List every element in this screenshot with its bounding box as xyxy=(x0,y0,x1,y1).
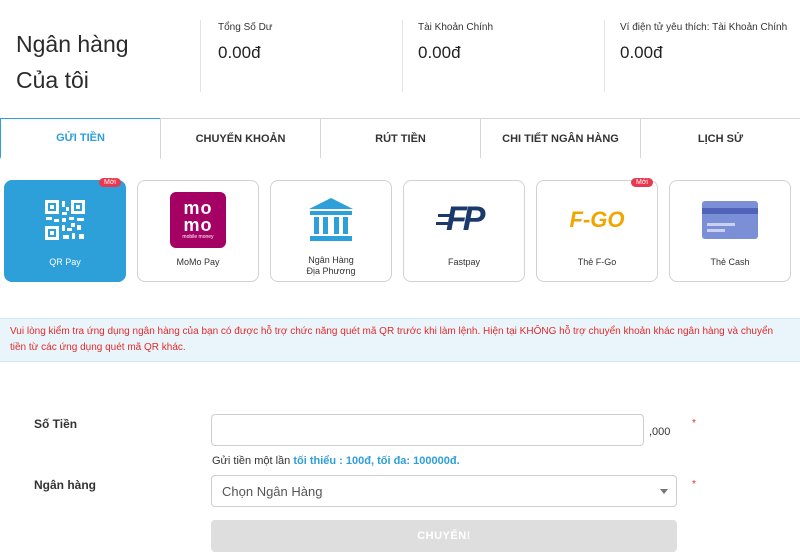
fgo-logo-text: F-GO xyxy=(569,207,625,232)
fastpay-logo-icon: FP xyxy=(433,189,495,251)
bank-select[interactable]: Chọn Ngân Hàng xyxy=(211,475,677,507)
momo-logo-sub: mobile money xyxy=(182,233,214,240)
amount-suffix: ,000 xyxy=(649,426,671,438)
method-label-line: Ngân Hàng xyxy=(308,255,354,265)
submit-button[interactable]: CHUYỂN! xyxy=(211,520,677,552)
method-label: Thẻ Cash xyxy=(710,257,750,267)
momo-logo-text: mo xyxy=(183,197,213,218)
method-fastpay[interactable]: FP Fastpay xyxy=(403,180,525,282)
amount-label: Số Tiền xyxy=(34,417,78,431)
page-title-line2: Của tôi xyxy=(16,67,89,93)
momo-logo-text: mo xyxy=(183,214,213,235)
card-icon xyxy=(699,189,761,251)
warning-notice: Vui lòng kiểm tra ứng dụng ngân hàng của… xyxy=(0,318,800,362)
payment-methods: Mới QR Pay mo mo mobile money MoMo Pay N… xyxy=(4,178,796,284)
divider xyxy=(402,20,403,92)
page-title: Ngân hàng Của tôi xyxy=(16,26,129,98)
tab-transfer[interactable]: CHUYỂN KHOẢN xyxy=(160,118,321,158)
method-label: Fastpay xyxy=(447,257,480,267)
tab-bank-details[interactable]: CHI TIẾT NGÂN HÀNG xyxy=(480,118,641,158)
balance-value: 0.00đ xyxy=(418,43,461,62)
new-badge: Mới xyxy=(631,178,653,187)
deposit-limit-hint: Gửi tiền một lần tối thiểu : 100đ, tối đ… xyxy=(212,455,460,467)
bank-label: Ngân hàng xyxy=(34,478,96,492)
balance-value: 0.00đ xyxy=(620,43,663,62)
balance-label: Ví điện tử yêu thích: Tài Khoản Chính xyxy=(620,22,788,33)
bank-select-value: Chọn Ngân Hàng xyxy=(222,483,323,499)
qr-code-icon xyxy=(34,189,96,251)
method-local-bank[interactable]: Ngân Hàng Địa Phương xyxy=(270,180,392,282)
fastpay-logo-text: FP xyxy=(446,200,486,238)
tab-bar: GỬI TIỀN CHUYỂN KHOẢN RÚT TIỀN CHI TIẾT … xyxy=(0,118,800,159)
balance-wallet: Ví điện tử yêu thích: Tài Khoản Chính 0.… xyxy=(620,22,787,63)
momo-logo-icon: mo mo mobile money xyxy=(167,189,229,251)
method-label: MoMo Pay xyxy=(176,257,220,267)
bank-icon xyxy=(300,189,362,251)
method-cash-card[interactable]: Thẻ Cash xyxy=(669,180,791,282)
method-label: Ngân Hàng Địa Phương xyxy=(307,255,356,277)
tab-deposit[interactable]: GỬI TIỀN xyxy=(0,118,161,159)
required-mark: * xyxy=(692,418,696,429)
balance-label: Tài Khoản Chính xyxy=(418,22,494,33)
page-title-line1: Ngân hàng xyxy=(16,31,129,57)
tab-history[interactable]: LỊCH SỬ xyxy=(640,118,800,158)
method-label-line: Địa Phương xyxy=(306,266,356,276)
method-qr-pay[interactable]: Mới QR Pay xyxy=(4,178,126,282)
hint-prefix: Gửi tiền một lần xyxy=(212,455,291,467)
balance-label: Tổng Số Dư xyxy=(218,22,273,33)
balance-main: Tài Khoản Chính 0.00đ xyxy=(418,22,493,63)
balance-value: 0.00đ xyxy=(218,43,261,62)
method-momo-pay[interactable]: mo mo mobile money MoMo Pay xyxy=(137,180,259,282)
method-label: QR Pay xyxy=(49,257,81,267)
balance-total: Tổng Số Dư 0.00đ xyxy=(218,22,273,63)
required-mark: * xyxy=(692,479,696,490)
tab-withdraw[interactable]: RÚT TIỀN xyxy=(320,118,481,158)
amount-input[interactable] xyxy=(211,414,644,446)
fgo-logo-icon: F-GO xyxy=(566,189,628,251)
hint-limits: tối thiểu : 100đ, tối đa: 100000đ. xyxy=(293,455,460,467)
header: Ngân hàng Của tôi Tổng Số Dư 0.00đ Tài K… xyxy=(0,0,800,100)
method-label: Thẻ F-Go xyxy=(577,257,617,267)
new-badge: Mới xyxy=(99,178,121,187)
divider xyxy=(604,20,605,92)
method-fgo[interactable]: Mới F-GO Thẻ F-Go xyxy=(536,178,658,282)
divider xyxy=(200,20,201,92)
chevron-down-icon xyxy=(660,489,668,494)
